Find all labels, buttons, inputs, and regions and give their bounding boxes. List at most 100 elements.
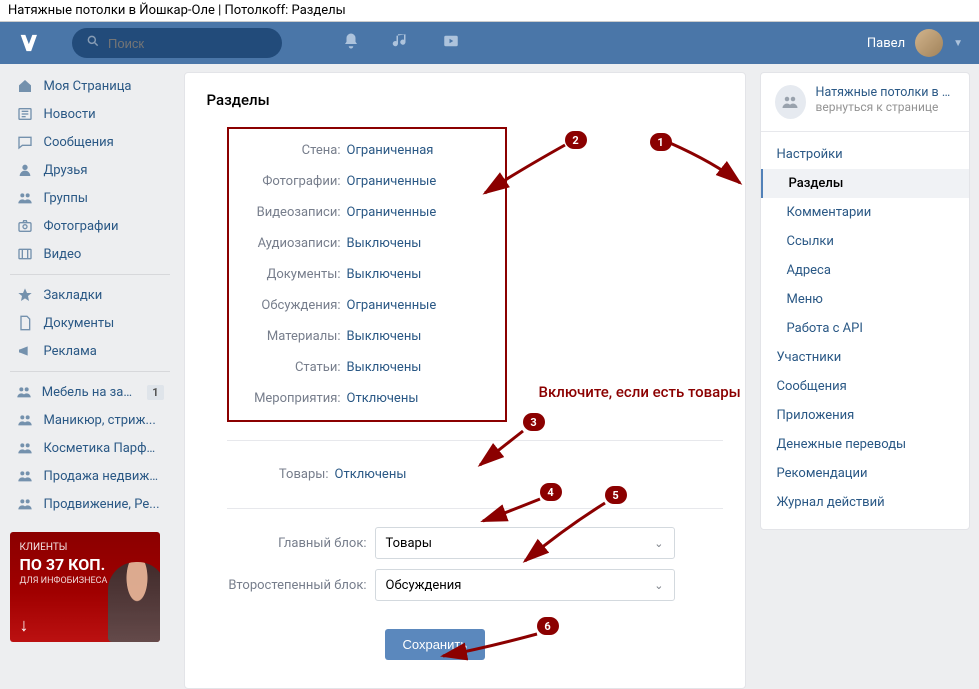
right-nav-recs[interactable]: Рекомендации <box>761 459 969 488</box>
left-nav: Моя Страница Новости Сообщения Друзья Гр… <box>10 72 170 642</box>
nav-group-5[interactable]: Продвижение, Ре... <box>10 490 170 518</box>
nav-news[interactable]: Новости <box>10 100 170 128</box>
save-button[interactable]: Сохранить <box>385 629 486 660</box>
right-nav-sections[interactable]: Разделы <box>761 169 969 198</box>
annotation-bubble-2: 2 <box>565 131 587 149</box>
right-nav-addresses[interactable]: Адреса <box>761 256 969 285</box>
arrow-down-icon: ↓ <box>20 615 29 636</box>
select-articles[interactable]: Выключены <box>347 360 422 375</box>
select-audio[interactable]: Выключены <box>347 236 422 251</box>
nav-ads[interactable]: Реклама <box>10 337 170 365</box>
select-products[interactable]: Отключены <box>335 467 407 482</box>
doc-icon <box>16 314 34 332</box>
right-nav-log[interactable]: Журнал действий <box>761 488 969 517</box>
nav-group-4[interactable]: Продажа недвижи... <box>10 462 170 490</box>
right-panel: Натяжные потолки в Йо... вернуться к стр… <box>760 72 970 530</box>
groups-icon <box>16 495 34 513</box>
news-icon <box>16 105 34 123</box>
annotation-bubble-1: 1 <box>650 133 672 151</box>
select-photos[interactable]: Ограниченные <box>347 174 437 189</box>
row-products: Товары: Отключены <box>227 459 723 490</box>
row-docs: Документы:Выключены <box>239 259 495 290</box>
group-title: Натяжные потолки в Йо... <box>816 85 955 100</box>
annotation-bubble-6: 6 <box>537 617 559 635</box>
groups-icon <box>16 467 34 485</box>
select-secondary-block[interactable]: Обсуждения ⌄ <box>375 569 675 601</box>
select-discussions[interactable]: Ограниченные <box>347 298 437 313</box>
right-nav-menu[interactable]: Меню <box>761 285 969 314</box>
row-photos: Фотографии:Ограниченные <box>239 166 495 197</box>
right-nav-links[interactable]: Ссылки <box>761 227 969 256</box>
row-articles: Статьи:Выключены <box>239 352 495 383</box>
nav-messages[interactable]: Сообщения <box>10 128 170 156</box>
sidebar-ad[interactable]: КЛИЕНТЫ ПО 37 КОП. ДЛЯ ИНФОБИЗНЕСА ↓ <box>10 532 160 642</box>
film-icon <box>16 245 34 263</box>
search-box[interactable] <box>72 28 282 58</box>
annotation-bubble-3: 3 <box>523 413 545 431</box>
header-profile[interactable]: Павел ▼ <box>867 29 963 57</box>
nav-bookmarks[interactable]: Закладки <box>10 281 170 309</box>
select-main-block[interactable]: Товары ⌄ <box>375 527 675 559</box>
groups-icon <box>16 383 32 401</box>
search-input[interactable] <box>108 36 268 51</box>
row-wall: Стена:Ограниченная <box>239 135 495 166</box>
groups-icon <box>16 439 34 457</box>
row-events: Мероприятия:Отключены <box>239 383 495 414</box>
chevron-down-icon: ⌄ <box>654 579 663 592</box>
annotation-hint: Включите, если есть товары <box>539 383 741 402</box>
row-secondary-block: Второстепенный блок: Обсуждения ⌄ <box>227 569 723 601</box>
group-avatar-icon <box>775 85 806 119</box>
right-nav-api[interactable]: Работа с API <box>761 314 969 343</box>
chevron-down-icon: ⌄ <box>654 537 663 550</box>
nav-group-2[interactable]: Маникюр, стриж... <box>10 406 170 434</box>
header-icons <box>342 32 460 54</box>
group-subtitle: вернуться к странице <box>816 100 955 114</box>
row-audio: Аудиозаписи:Выключены <box>239 228 495 259</box>
row-videos: Видеозаписи:Ограниченные <box>239 197 495 228</box>
home-icon <box>16 77 34 95</box>
page-title: Разделы <box>207 91 723 109</box>
notifications-icon[interactable] <box>342 32 360 54</box>
right-nav-money[interactable]: Денежные переводы <box>761 430 969 459</box>
camera-icon <box>16 217 34 235</box>
select-docs[interactable]: Выключены <box>347 267 422 282</box>
row-discussions: Обсуждения:Ограниченные <box>239 290 495 321</box>
megaphone-icon <box>16 342 34 360</box>
right-nav-messages[interactable]: Сообщения <box>761 372 969 401</box>
nav-documents[interactable]: Документы <box>10 309 170 337</box>
nav-video[interactable]: Видео <box>10 240 170 268</box>
nav-group-3[interactable]: Косметика Парфю... <box>10 434 170 462</box>
music-icon[interactable] <box>392 32 410 54</box>
select-videos[interactable]: Ограниченные <box>347 205 437 220</box>
browser-tab-title: Натяжные потолки в Йошкар-Оле | Потолкоf… <box>0 0 979 22</box>
sections-group: Стена:Ограниченная Фотографии:Ограниченн… <box>227 127 507 422</box>
nav-my-page[interactable]: Моя Страница <box>10 72 170 100</box>
row-main-block: Главный блок: Товары ⌄ <box>227 527 723 559</box>
select-materials[interactable]: Выключены <box>347 329 422 344</box>
chevron-down-icon: ▼ <box>953 38 963 49</box>
main-panel: Разделы Стена:Ограниченная Фотографии:Ог… <box>184 72 746 689</box>
nav-photos[interactable]: Фотографии <box>10 212 170 240</box>
video-play-icon[interactable] <box>442 32 460 54</box>
header-bar: Павел ▼ <box>0 22 979 64</box>
right-nav-members[interactable]: Участники <box>761 343 969 372</box>
right-nav-apps[interactable]: Приложения <box>761 401 969 430</box>
message-icon <box>16 133 34 151</box>
star-icon <box>16 286 34 304</box>
badge: 1 <box>147 385 163 400</box>
groups-icon <box>16 189 34 207</box>
row-materials: Материалы:Выключены <box>239 321 495 352</box>
friends-icon <box>16 161 34 179</box>
right-nav-comments[interactable]: Комментарии <box>761 198 969 227</box>
nav-group-1[interactable]: Мебель на зака...1 <box>10 378 170 406</box>
right-nav-settings[interactable]: Настройки <box>761 140 969 169</box>
search-icon <box>86 34 100 52</box>
avatar <box>915 29 943 57</box>
select-events[interactable]: Отключены <box>347 391 419 406</box>
nav-groups[interactable]: Группы <box>10 184 170 212</box>
select-wall[interactable]: Ограниченная <box>347 143 434 158</box>
vk-logo[interactable] <box>16 29 44 57</box>
groups-icon <box>16 411 34 429</box>
group-header[interactable]: Натяжные потолки в Йо... вернуться к стр… <box>761 85 969 132</box>
nav-friends[interactable]: Друзья <box>10 156 170 184</box>
